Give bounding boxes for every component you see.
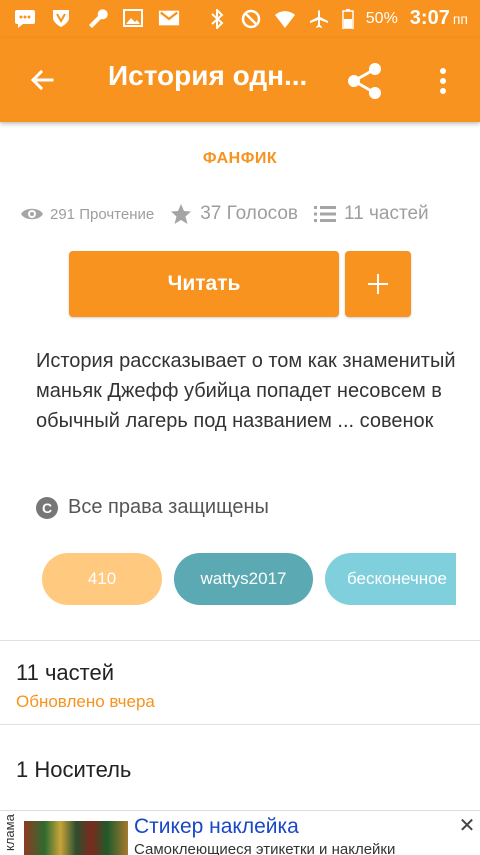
wrench-icon: [86, 8, 108, 28]
tag-chip[interactable]: wattys2017: [174, 553, 313, 605]
app-bar: История одн...: [0, 38, 480, 122]
message-icon: [14, 8, 36, 28]
tags-row: 410 wattys2017 бесконечное: [42, 553, 456, 605]
clock-suffix: пп: [452, 11, 468, 27]
tag-chip[interactable]: бесконечное: [325, 553, 456, 605]
status-bar: 50% 3:07 пп: [0, 0, 480, 38]
copyright-icon: C: [36, 496, 58, 519]
parts-updated-text: Обновлено вчера: [16, 692, 155, 711]
parts-stat: 11 частей: [314, 203, 429, 225]
clock: 3:07 пп: [410, 7, 468, 30]
tag-label: бесконечное: [347, 569, 448, 588]
reads-stat: 291 Прочтение: [20, 206, 154, 223]
gmail-icon: [158, 8, 180, 28]
divider: [0, 724, 480, 725]
star-icon: [171, 204, 192, 224]
votes-count: 37 Голосов: [200, 203, 299, 224]
parts-count: 11 частей: [344, 203, 429, 224]
wifi-icon: [274, 9, 296, 29]
image-icon: [122, 8, 144, 28]
story-description[interactable]: История рассказывает о том как знамениты…: [36, 346, 456, 436]
reads-count: 291 Прочтение: [50, 205, 155, 223]
ad-close-button[interactable]: ✕: [456, 815, 478, 837]
parts-section-title[interactable]: 11 частей: [16, 660, 114, 686]
add-to-library-button[interactable]: [345, 251, 411, 317]
ad-subtitle[interactable]: Самоклеющиеся этикетки и наклейки: [134, 841, 395, 855]
ad-label: клама: [2, 814, 17, 852]
ad-image[interactable]: [24, 821, 128, 855]
page-title: История одн...: [108, 60, 308, 91]
tag-label: wattys2017: [200, 569, 287, 588]
read-button[interactable]: Читать: [69, 251, 339, 317]
battery-icon: [342, 8, 354, 29]
arrow-back-icon: [30, 69, 54, 91]
more-options-button[interactable]: [428, 60, 458, 102]
copyright-row: C Все права защищены: [36, 496, 269, 519]
votes-stat: 37 Голосов: [170, 203, 298, 225]
airplane-icon: [308, 9, 330, 29]
story-stats: 291 Прочтение 37 Голосов 11 частей: [20, 200, 470, 228]
plus-icon: [368, 274, 388, 294]
more-vert-icon: [440, 68, 446, 94]
share-button[interactable]: [344, 60, 386, 102]
copyright-text: Все права защищены: [68, 496, 269, 518]
owner-section-title[interactable]: 1 Носитель: [16, 757, 131, 783]
vpn-icon: [50, 8, 72, 28]
list-icon: [314, 206, 337, 222]
battery-percent: 50%: [365, 9, 398, 27]
eye-icon: [21, 208, 43, 220]
back-button[interactable]: [22, 60, 62, 100]
tag-label: 410: [87, 569, 117, 588]
tag-chip[interactable]: 410: [42, 553, 162, 605]
divider: [0, 640, 480, 641]
block-icon: [240, 9, 262, 29]
clock-time: 3:07: [409, 7, 450, 29]
ad-banner[interactable]: клама Стикер наклейка Самоклеющиеся этик…: [0, 810, 480, 855]
ad-title[interactable]: Стикер наклейка: [134, 815, 299, 839]
story-category[interactable]: ФАНФИК: [0, 150, 480, 168]
bluetooth-icon: [206, 8, 228, 29]
share-icon: [348, 63, 381, 99]
